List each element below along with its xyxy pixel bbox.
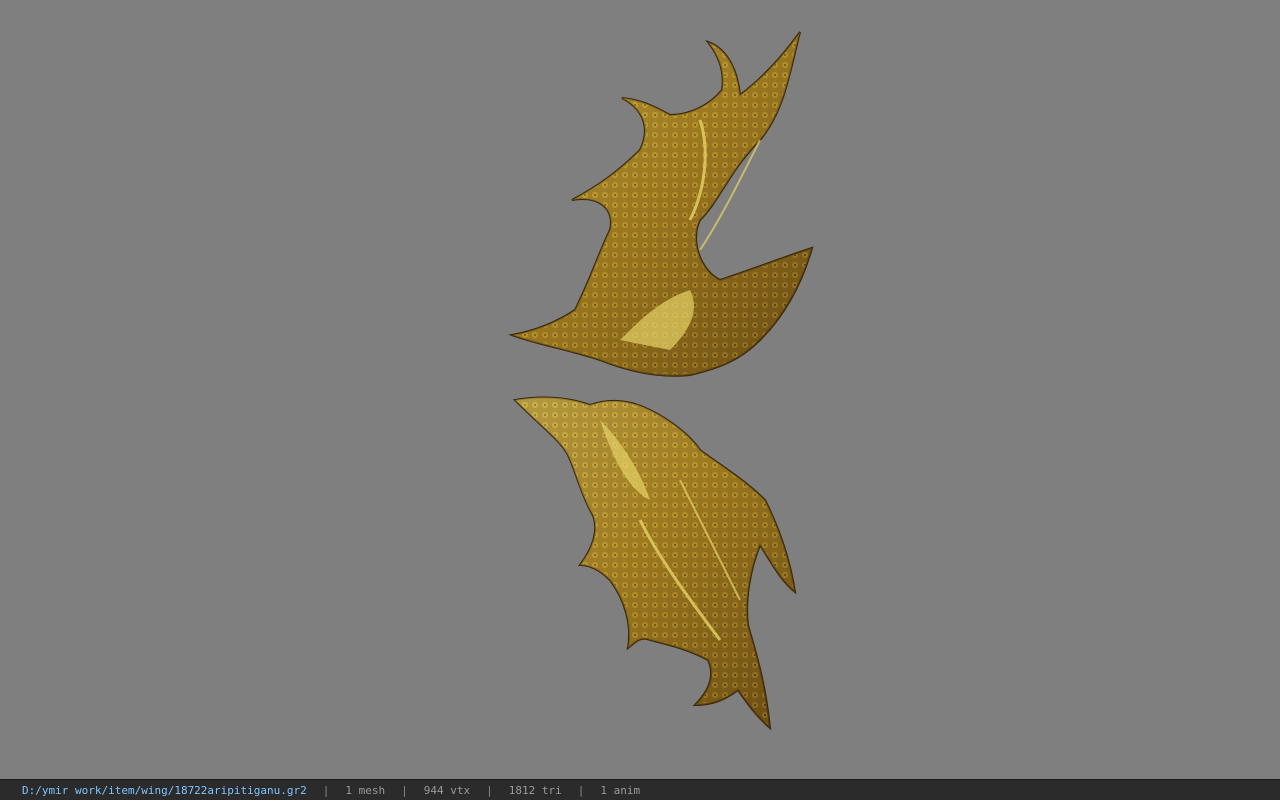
status-separator: | bbox=[401, 783, 408, 797]
anim-count-label: 1 anim bbox=[600, 783, 641, 797]
3d-viewport[interactable] bbox=[0, 0, 1280, 779]
upper-wing bbox=[508, 31, 814, 377]
status-separator: | bbox=[486, 783, 493, 797]
status-separator: | bbox=[577, 783, 585, 797]
mesh-count-label: 1 mesh bbox=[345, 783, 386, 797]
file-path-label: D:/ymir work/item/wing/18722aripitiganu.… bbox=[22, 783, 307, 797]
wing-model-preview bbox=[508, 31, 814, 731]
lower-wing bbox=[512, 396, 797, 731]
vertex-count-label: 944 vtx bbox=[423, 783, 471, 797]
triangle-count-label: 1812 tri bbox=[508, 783, 562, 797]
status-separator: | bbox=[322, 783, 330, 797]
status-bar: D:/ymir work/item/wing/18722aripitiganu.… bbox=[0, 779, 1280, 800]
